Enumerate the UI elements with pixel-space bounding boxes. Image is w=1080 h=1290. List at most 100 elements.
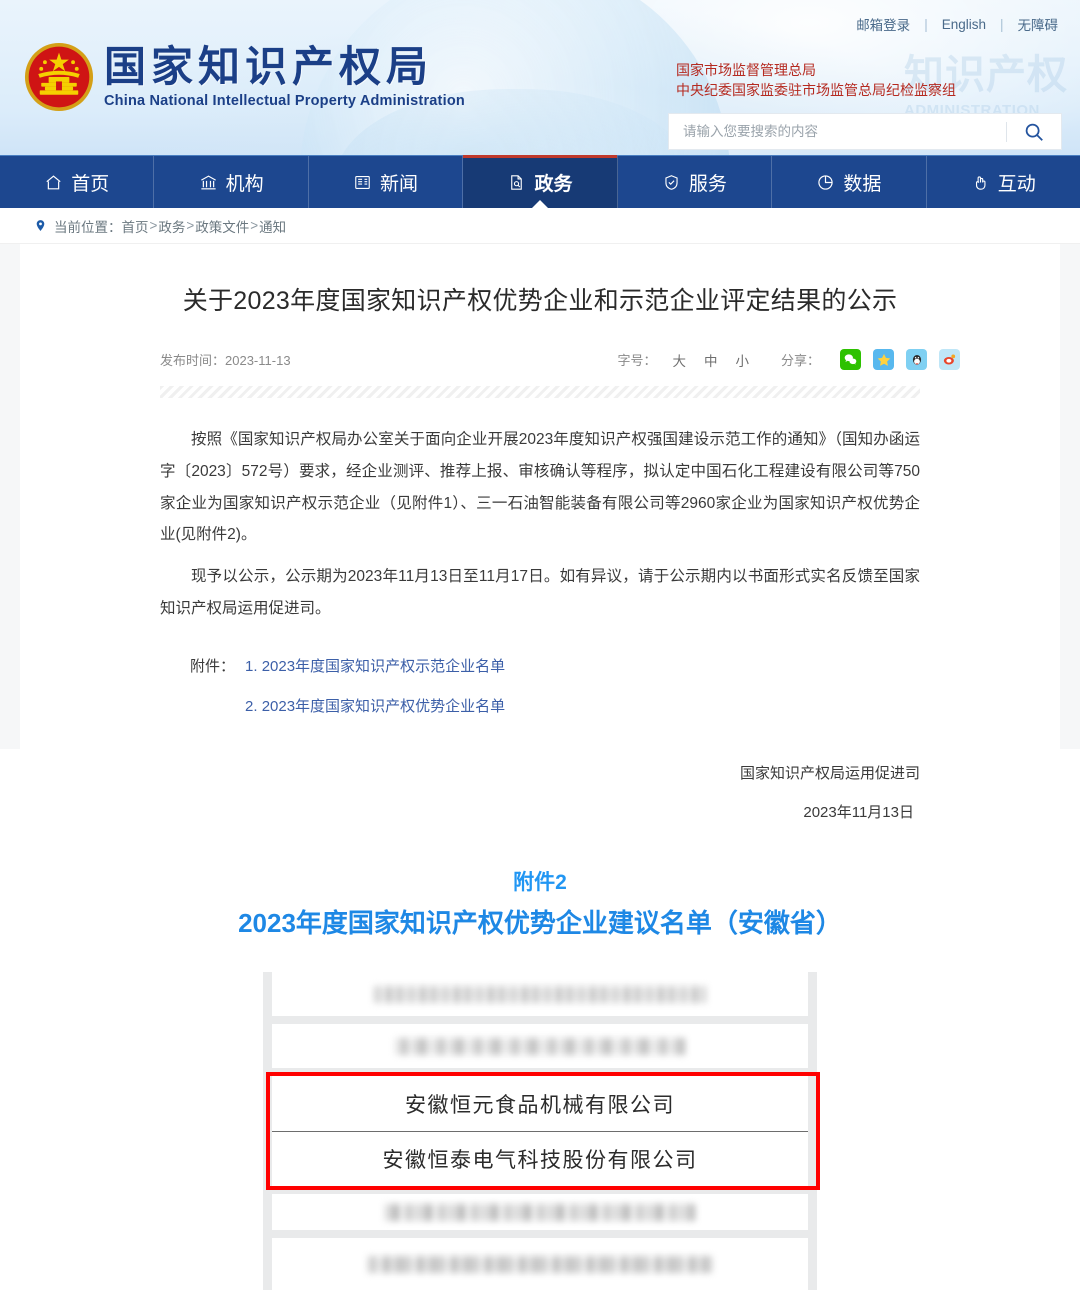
table-row xyxy=(272,1024,808,1077)
breadcrumb-label: 当前位置： xyxy=(54,219,122,235)
publish-date-value: 2023-11-13 xyxy=(225,353,291,368)
table-row xyxy=(272,1238,808,1290)
table-row xyxy=(272,1186,808,1239)
breadcrumb-sep-3: > xyxy=(250,218,259,233)
nav-label-services: 服务 xyxy=(688,173,727,195)
logo-title-en: China National Intellectual Property Adm… xyxy=(104,93,465,110)
breadcrumb-sep-2: > xyxy=(186,218,195,233)
breadcrumb-item-notice[interactable]: 通知 xyxy=(259,216,286,236)
table-row xyxy=(272,972,808,1025)
main-navigation: 首页 机构 新闻 政务 服务 数据 互动 xyxy=(0,155,1080,208)
qq-share-icon[interactable] xyxy=(906,349,927,370)
shield-icon xyxy=(662,173,681,192)
accessibility-link[interactable]: 无障碍 xyxy=(1018,14,1059,34)
breadcrumb-item-home[interactable]: 首页 xyxy=(122,216,149,236)
link-separator-1: | xyxy=(924,16,928,32)
nav-label-government-affairs: 政务 xyxy=(534,173,573,195)
redacted-company-name xyxy=(368,1255,712,1273)
hand-icon xyxy=(971,173,990,192)
affiliated-org-line-2[interactable]: 中央纪委国家监委驻市场监管总局纪检监察组 xyxy=(676,80,956,100)
company-list-table: 安徽恒元食品机械有限公司 安徽恒泰电气科技股份有限公司 xyxy=(263,972,820,1290)
breadcrumb-sep-1: > xyxy=(149,218,158,233)
fontsize-small[interactable]: 小 xyxy=(731,350,753,370)
left-margin-strip xyxy=(0,244,20,749)
redacted-company-name xyxy=(384,1203,696,1221)
search-button[interactable] xyxy=(1007,114,1061,149)
breadcrumb-item-government[interactable]: 政务 xyxy=(158,216,185,236)
nav-label-data: 数据 xyxy=(843,173,882,195)
company-name-hengtai: 安徽恒泰电气科技股份有限公司 xyxy=(382,1148,698,1173)
nav-item-government-affairs[interactable]: 政务 xyxy=(463,155,618,208)
search-input[interactable] xyxy=(669,114,1006,149)
article-card: 关于2023年度国家知识产权优势企业和示范企业评定结果的公示 发布时间：2023… xyxy=(20,244,1060,1290)
company-name-hengyuan: 安徽恒元食品机械有限公司 xyxy=(405,1092,675,1117)
table-row[interactable]: 安徽恒泰电气科技股份有限公司 xyxy=(272,1131,808,1187)
affiliated-org-line-1[interactable]: 国家市场监督管理总局 xyxy=(676,60,956,80)
share-label: 分享： xyxy=(780,353,820,368)
article-meta: 发布时间：2023-11-13 字号： 大 中 小 分享： xyxy=(160,349,960,370)
nav-item-services[interactable]: 服务 xyxy=(618,156,773,208)
english-link[interactable]: English xyxy=(942,17,986,32)
national-emblem xyxy=(24,42,94,112)
attachment2-title: 2023年度国家知识产权优势企业建议名单（安徽省） xyxy=(238,908,842,939)
breadcrumb: 当前位置： 首页 > 政务 > 政策文件 > 通知 xyxy=(0,208,1080,244)
attachment-row-2: 附件： 2. 2023年度国家知识产权优势企业名单 xyxy=(190,687,920,728)
link-separator-2: | xyxy=(999,16,1004,32)
page-body: 关于2023年度国家知识产权优势企业和示范企业评定结果的公示 发布时间：2023… xyxy=(0,244,1080,1290)
nav-label-interaction: 互动 xyxy=(997,173,1036,195)
redacted-company-name xyxy=(395,1037,685,1055)
meta-tools: 字号： 大 中 小 分享： xyxy=(617,349,960,370)
weibo-share-icon[interactable] xyxy=(939,349,960,370)
favorite-share-icon[interactable] xyxy=(873,349,894,370)
wechat-share-icon[interactable] xyxy=(840,349,861,370)
attachment-link-1[interactable]: 1. 2023年度国家知识产权示范企业名单 xyxy=(245,647,505,688)
nav-label-organization: 机构 xyxy=(225,173,264,195)
mail-login-link[interactable]: 邮箱登录 xyxy=(856,14,910,34)
nav-item-organization[interactable]: 机构 xyxy=(154,156,309,208)
nav-item-data[interactable]: 数据 xyxy=(772,156,927,208)
home-icon xyxy=(44,173,63,192)
redacted-company-name xyxy=(373,985,707,1003)
affiliated-org-links: 国家市场监督管理总局 中央纪委国家监委驻市场监管总局纪检监察组 xyxy=(676,60,956,101)
document-icon xyxy=(507,173,526,192)
page-title: 关于2023年度国家知识产权优势企业和示范企业评定结果的公示 xyxy=(182,287,898,315)
article-content: 按照《国家知识产权局办公室关于面向企业开展2023年度知识产权强国建设示范工作的… xyxy=(160,424,920,625)
article-paragraph-2: 现予以公示，公示期为2023年11月13日至11月17日。如有异议，请于公示期内… xyxy=(160,568,920,617)
decorative-divider xyxy=(160,386,920,398)
newspaper-icon xyxy=(353,173,372,192)
attachment-link-2[interactable]: 2. 2023年度国家知识产权优势企业名单 xyxy=(245,687,505,728)
signature-organization: 国家知识产权局运用促进司 xyxy=(739,764,920,782)
site-header: 知识产权 ADMINISTRATION 国家知识产权局 China Nation… xyxy=(0,0,1080,155)
fontsize-large[interactable]: 大 xyxy=(668,350,690,370)
bank-icon xyxy=(199,173,218,192)
nav-label-home: 首页 xyxy=(71,173,110,195)
top-utility-links: 邮箱登录 | English | 无障碍 xyxy=(856,14,1058,34)
location-pin-icon xyxy=(34,218,47,233)
table-row[interactable]: 安徽恒元食品机械有限公司 xyxy=(272,1076,808,1132)
breadcrumb-item-policy-docs[interactable]: 政策文件 xyxy=(195,216,249,236)
fontsize-medium[interactable]: 中 xyxy=(700,350,722,370)
share-icon-group xyxy=(840,349,960,370)
site-logo: 国家知识产权局 China National Intellectual Prop… xyxy=(104,43,465,110)
right-margin-strip xyxy=(1060,244,1080,749)
nav-label-news: 新闻 xyxy=(380,173,419,195)
nav-item-interaction[interactable]: 互动 xyxy=(927,156,1080,208)
search-bar xyxy=(668,113,1062,150)
highlighted-rows-group: 安徽恒元食品机械有限公司 安徽恒泰电气科技股份有限公司 xyxy=(266,1072,820,1191)
article-paragraph-1: 按照《国家知识产权局办公室关于面向企业开展2023年度知识产权强国建设示范工作的… xyxy=(160,431,920,544)
attachment2-subtitle: 附件2 xyxy=(513,870,567,894)
piechart-icon xyxy=(816,173,835,192)
attachment-label: 附件： xyxy=(190,657,236,675)
attachment2-section: 附件2 2023年度国家知识产权优势企业建议名单（安徽省） xyxy=(20,866,1060,946)
signature-date: 2023年11月13日 xyxy=(803,803,914,821)
fontsize-label: 字号： xyxy=(617,353,657,368)
nav-item-news[interactable]: 新闻 xyxy=(309,156,464,208)
signature-block: 国家知识产权局运用促进司 2023年11月13日 xyxy=(160,754,920,832)
logo-title-cn: 国家知识产权局 xyxy=(104,43,434,90)
search-icon xyxy=(1025,123,1043,141)
nav-item-home[interactable]: 首页 xyxy=(0,156,155,208)
attachment-row-1: 附件： 1. 2023年度国家知识产权示范企业名单 xyxy=(190,647,920,688)
attachment-list: 附件： 1. 2023年度国家知识产权示范企业名单 附件： 2. 2023年度国… xyxy=(190,647,920,728)
publish-date: 发布时间：2023-11-13 xyxy=(160,350,291,369)
publish-date-label: 发布时间： xyxy=(160,353,226,368)
